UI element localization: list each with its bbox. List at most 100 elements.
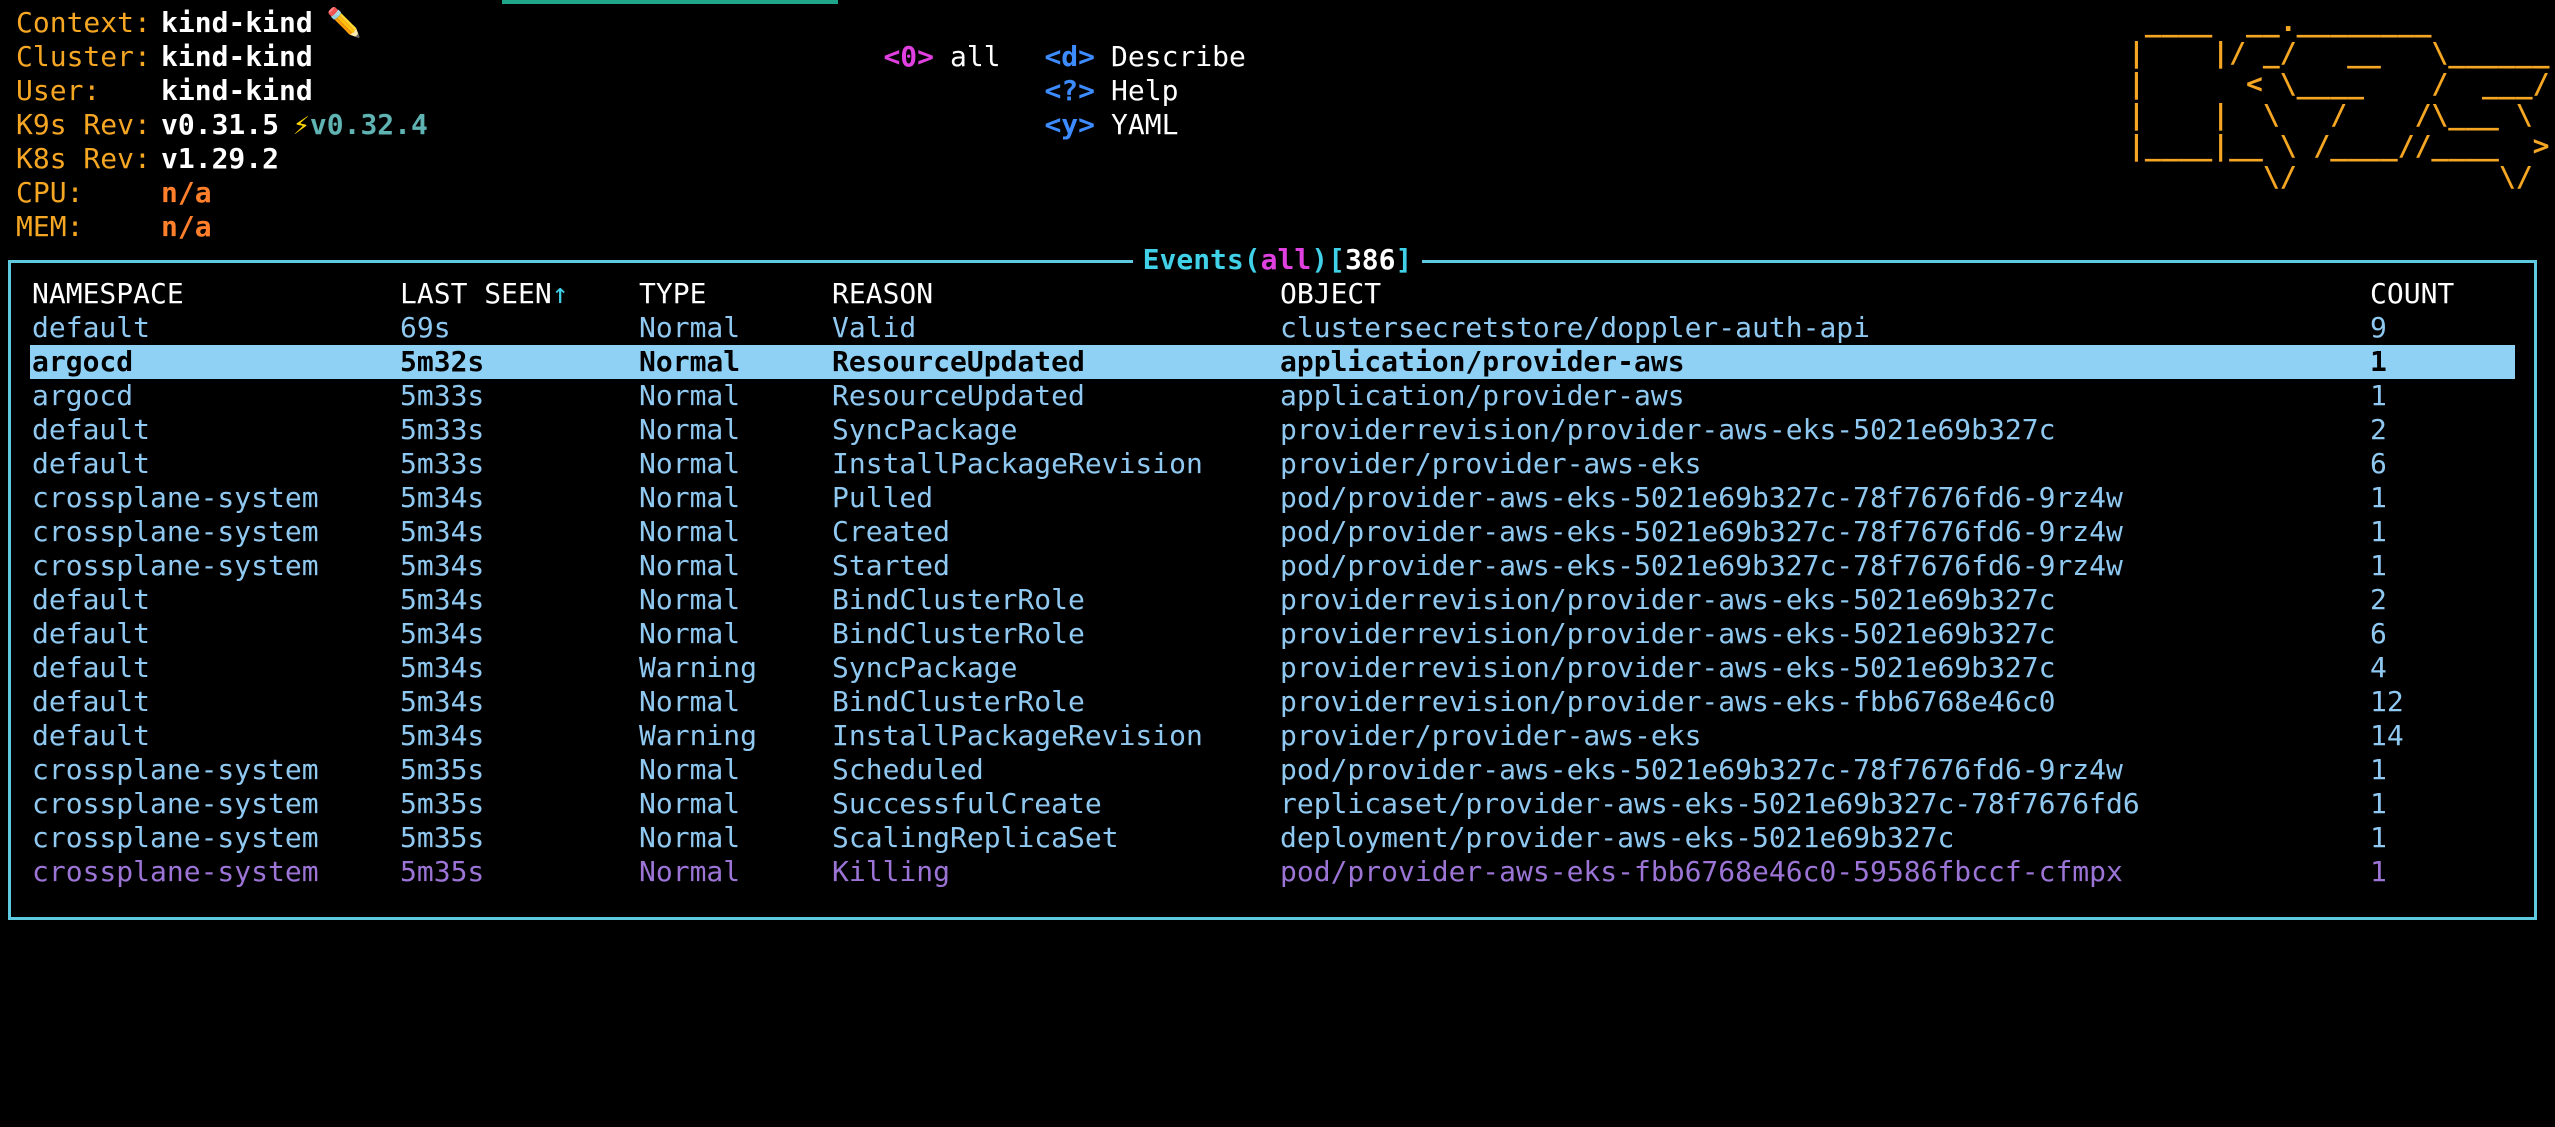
cell-namespace: default [32,583,151,616]
cell-namespace: crossplane-system [32,753,319,786]
cell-object: application/provider-aws [1280,345,1685,378]
cell-last-seen: 5m34s [400,719,485,752]
cell-last-seen: 69s [400,311,451,344]
cell-object: application/provider-aws [1280,379,1685,412]
cell-type: Normal [639,583,741,616]
cell-last-seen: 5m34s [400,583,485,616]
cell-object: provider/provider-aws-eks [1280,719,1702,752]
user-label: User: [16,74,101,107]
cell-object: pod/provider-aws-eks-5021e69b327c-78f767… [1280,549,2123,582]
panel-title: Events(all)[386] [0,243,2555,277]
cell-last-seen: 5m33s [400,379,485,412]
cell-type: Normal [639,379,741,412]
table-row[interactable]: default 5m33s Normal InstallPackageRevis… [30,447,2515,481]
cell-namespace: argocd [32,379,134,412]
table-row-selected[interactable]: argocd 5m32s Normal ResourceUpdated appl… [30,345,2515,379]
cell-reason: Killing [832,855,951,888]
cell-count: 12 [2370,685,2404,718]
table-row[interactable]: default 5m34s Normal BindClusterRole pro… [30,685,2515,719]
cell-type: Normal [639,787,741,820]
cell-type: Normal [639,413,741,446]
cell-namespace: crossplane-system [32,549,319,582]
table-row[interactable]: default 5m34s Normal BindClusterRole pro… [30,617,2515,651]
filter-open-paren: ( [1243,243,1261,276]
cell-reason: ResourceUpdated [832,345,1085,378]
cell-reason: SuccessfulCreate [832,787,1102,820]
cell-count: 1 [2370,753,2387,786]
table-row[interactable]: default 5m33s Normal SyncPackage provide… [30,413,2515,447]
cell-object: providerrevision/provider-aws-eks-5021e6… [1280,617,2056,650]
table-row[interactable]: default 5m34s Warning SyncPackage provid… [30,651,2515,685]
column-header-last-seen-label: LAST SEEN [400,277,552,310]
cell-count: 1 [2370,379,2387,412]
table-row[interactable]: default 5m34s Normal BindClusterRole pro… [30,583,2515,617]
namespace-menu: <0> all [816,6,1000,73]
user-row: User: kind-kind [16,74,428,108]
cell-last-seen: 5m33s [400,413,485,446]
cell-count: 6 [2370,617,2387,650]
cell-count: 4 [2370,651,2387,684]
k9s-logo: ____ __.________ | |/ _/ __ \______ | < … [2128,5,2550,193]
cell-object: providerrevision/provider-aws-eks-5021e6… [1280,583,2056,616]
cell-object: replicaset/provider-aws-eks-5021e69b327c… [1280,787,2140,820]
cell-reason: Created [832,515,951,548]
table-row[interactable]: crossplane-system 5m34s Normal Started p… [30,549,2515,583]
k9s-rev-label: K9s Rev: [16,108,151,141]
namespace-hotkey: <0> [883,40,935,73]
user-value: kind-kind [161,74,313,107]
cell-count: 14 [2370,719,2404,752]
cell-count: 2 [2370,413,2387,446]
table-row[interactable]: crossplane-system 5m34s Normal Pulled po… [30,481,2515,515]
table-row[interactable]: crossplane-system 5m35s Normal Scheduled… [30,753,2515,787]
cell-count: 1 [2370,345,2387,378]
view-name: Events [1142,243,1244,276]
column-header-last-seen[interactable]: LAST SEEN↑ [400,277,569,311]
cell-namespace: default [32,617,151,650]
table-row[interactable]: crossplane-system 5m35s Normal Successfu… [30,787,2515,821]
cell-last-seen: 5m35s [400,787,485,820]
column-header-type[interactable]: TYPE [639,277,706,311]
table-row[interactable]: default 5m34s Warning InstallPackageRevi… [30,719,2515,753]
cell-last-seen: 5m34s [400,617,485,650]
column-header-namespace[interactable]: NAMESPACE [32,277,184,311]
cell-last-seen: 5m35s [400,753,485,786]
cell-namespace: default [32,685,151,718]
cell-namespace: crossplane-system [32,821,319,854]
cell-last-seen: 5m34s [400,515,485,548]
cell-namespace: default [32,447,151,480]
cell-type: Warning [639,719,758,752]
cell-count: 2 [2370,583,2387,616]
cell-reason: SyncPackage [832,651,1018,684]
table-row[interactable]: crossplane-system 5m35s Normal ScalingRe… [30,821,2515,855]
cell-count: 1 [2370,481,2387,514]
cell-count: 1 [2370,787,2387,820]
cell-object: deployment/provider-aws-eks-5021e69b327c [1280,821,1955,854]
menu-item-describe[interactable]: <d> Describe [977,6,1245,73]
table-row[interactable]: argocd 5m33s Normal ResourceUpdated appl… [30,379,2515,413]
cell-namespace: argocd [32,345,134,378]
cell-reason: Valid [832,311,917,344]
table-row[interactable]: crossplane-system 5m34s Normal Created p… [30,515,2515,549]
cell-object: providerrevision/provider-aws-eks-5021e6… [1280,651,2056,684]
column-header-count[interactable]: COUNT [2370,277,2454,311]
k8s-rev-row: K8s Rev: v1.29.2 [16,142,428,176]
cell-last-seen: 5m34s [400,651,485,684]
cell-type: Normal [639,821,741,854]
table-row[interactable]: crossplane-system 5m35s Normal Killing p… [30,855,2515,889]
cell-count: 1 [2370,549,2387,582]
view-filter: all [1260,243,1312,276]
table-row[interactable]: default 69s Normal Valid clustersecretst… [30,311,2515,345]
cell-reason: BindClusterRole [832,685,1085,718]
column-header-reason[interactable]: REASON [832,277,933,311]
cell-type: Normal [639,345,741,378]
cpu-row: CPU: n/a [16,176,428,210]
cell-count: 1 [2370,821,2387,854]
namespace-menu-item-all[interactable]: <0> all [816,6,1000,73]
cell-reason: BindClusterRole [832,617,1085,650]
cell-namespace: default [32,719,151,752]
column-header-object[interactable]: OBJECT [1280,277,1381,311]
cell-last-seen: 5m32s [400,345,485,378]
cell-count: 6 [2370,447,2387,480]
cell-type: Warning [639,651,758,684]
k9s-rev-row: K9s Rev: v0.31.5 ⚡v0.32.4 [16,108,428,142]
